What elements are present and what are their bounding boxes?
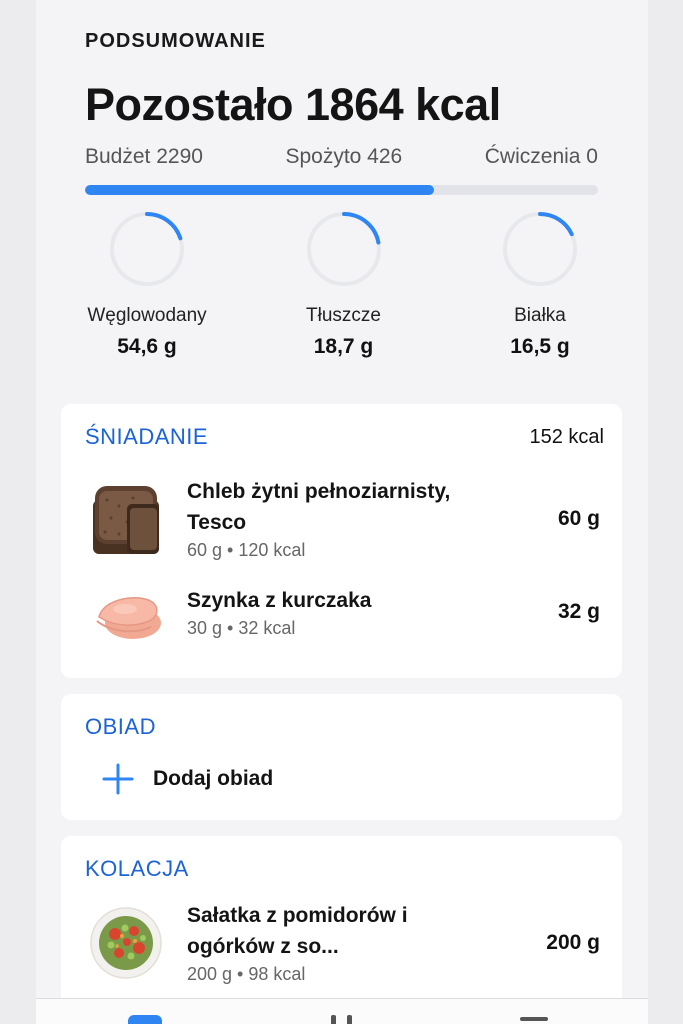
dinner-title[interactable]: KOLACJA [85,856,189,882]
macro-fat[interactable]: Tłuszcze 18,7 g [264,209,424,359]
summary-label: PODSUMOWANIE [85,30,266,52]
food-name: Sałatka z pomidorów i ogórków z so... [187,904,408,958]
food-amount: 32 g [557,600,600,623]
macro-rings: Węglowodany 54,6 g Tłuszcze 18,7 g Białk… [67,209,620,359]
calorie-stats: Budżet 2290 Spożyto 426 Ćwiczenia 0 [85,145,598,169]
protein-progress-ring [503,212,577,286]
remaining-calories: Pozostało 1864 kcal [85,79,501,130]
rye-bread-icon [93,485,159,554]
breakfast-title[interactable]: ŚNIADANIE [85,424,208,450]
exercise-stat: Ćwiczenia 0 [484,145,598,168]
macro-carbs[interactable]: Węglowodany 54,6 g [67,209,227,359]
breakfast-kcal: 152 kcal [529,425,605,448]
app-screen: PODSUMOWANIE Pozostało 1864 kcal Budżet … [36,0,648,1024]
plus-icon [102,763,134,795]
fat-value: 18,7 g [313,335,374,358]
calorie-progress-bar [85,185,598,195]
chicken-ham-icon [96,597,161,639]
tomato-cucumber-salad-icon [90,906,162,979]
add-lunch-label: Dodaj obiad [153,767,274,790]
fat-label: Tłuszcze [306,305,381,326]
menu-tab-icon[interactable] [520,1017,548,1021]
lunch-card: OBIAD Dodaj obiad [61,694,622,820]
calorie-progress-fill [85,185,434,195]
add-lunch-button[interactable]: Dodaj obiad [61,740,622,796]
food-item[interactable]: Chleb żytni pełnoziarnisty, Tesco 60 g •… [61,476,622,561]
food-item[interactable]: Sałatka z pomidorów i ogórków z so... 20… [61,900,622,985]
food-details: 30 g • 32 kcal [187,618,296,638]
carbs-value: 54,6 g [117,335,177,358]
food-amount: 200 g [546,930,600,954]
food-amount: 60 g [557,506,600,530]
food-name: Szynka z kurczaka [187,589,372,612]
budget-stat: Budżet 2290 [85,145,203,168]
lunch-title[interactable]: OBIAD [85,714,156,740]
food-item[interactable]: Szynka z kurczaka 30 g • 32 kcal 32 g [61,575,622,649]
protein-label: Białka [514,305,566,326]
breakfast-card: ŚNIADANIE 152 kcal Chleb żytni pełnoziar… [61,404,622,678]
protein-value: 16,5 g [510,335,570,358]
stats-tab-icon[interactable] [331,1015,355,1024]
fat-progress-ring [306,212,381,286]
eaten-stat: Spożyto 426 [285,145,403,168]
dinner-card: KOLACJA Sałatka z pomidorów i ogórków z … [61,836,622,1024]
food-details: 200 g • 98 kcal [187,964,306,984]
food-details: 60 g • 120 kcal [187,540,306,560]
diary-tab-icon[interactable] [128,1015,162,1024]
food-name: Chleb żytni pełnoziarnisty, Tesco [187,480,451,534]
summary-section: PODSUMOWANIE Pozostało 1864 kcal Budżet … [36,0,648,359]
carbs-progress-ring [110,212,184,286]
carbs-label: Węglowodany [87,305,207,326]
bottom-tab-bar [36,998,648,1024]
macro-protein[interactable]: Białka 16,5 g [460,209,620,359]
